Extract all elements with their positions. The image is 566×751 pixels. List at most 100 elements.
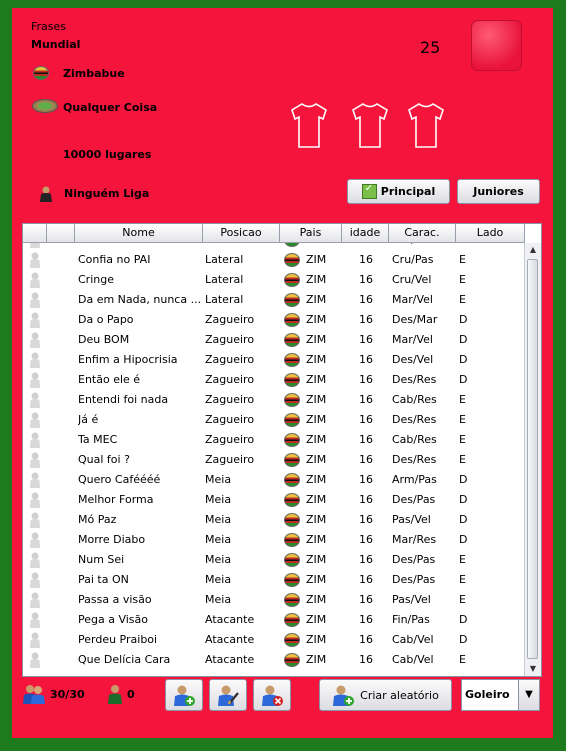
zimbabwe-flag-icon — [284, 243, 300, 247]
table-row[interactable]: Num Sei Meia ZIM 16 Des/Pas E — [23, 550, 525, 570]
juniores-button[interactable]: Juniores — [457, 179, 540, 204]
home-shirt-icon[interactable] — [290, 101, 328, 149]
position-select[interactable]: Goleiro ▼ — [461, 679, 540, 711]
table-row[interactable]: Que Delícia Cara Atacante ZIM 16 Cab/Vel E — [23, 650, 525, 670]
column-header[interactable]: Lado — [456, 224, 525, 242]
table-row[interactable]: Já é Zagueiro ZIM 16 Des/Res E — [23, 410, 525, 430]
cell-lado: D — [459, 333, 468, 346]
players-table: NomePosicaoPaisidadeCarac.Lado Chocada La… — [22, 223, 542, 677]
third-shirt-icon[interactable] — [407, 101, 445, 149]
table-row[interactable]: Enfim a Hipocrisia Zagueiro ZIM 16 Des/Vel D — [23, 350, 525, 370]
player-icon — [30, 243, 40, 248]
table-row[interactable]: Confia no PAI Lateral ZIM 16 Cru/Pas E — [23, 250, 525, 270]
table-row[interactable]: Pega a Visão Atacante ZIM 16 Fin/Pas D — [23, 610, 525, 630]
player-icon — [30, 592, 40, 608]
cell-nome: Confia no PAI — [78, 253, 151, 266]
zimbabwe-flag-icon — [284, 633, 300, 647]
cell-pais: ZIM — [306, 473, 327, 486]
cell-lado: E — [459, 273, 466, 286]
column-header[interactable]: Posicao — [203, 224, 280, 242]
manager-icon — [40, 186, 52, 202]
zimbabwe-flag-icon — [284, 373, 300, 387]
zimbabwe-flag-icon — [284, 653, 300, 667]
cell-carac: Mar/Vel — [392, 293, 433, 306]
table-row[interactable]: Mó Paz Meia ZIM 16 Pas/Vel D — [23, 510, 525, 530]
table-row[interactable]: Da em Nada, nunca ... Lateral ZIM 16 Mar/Vel… — [23, 290, 525, 310]
table-row[interactable]: Passa a visão Meia ZIM 16 Pas/Vel E — [23, 590, 525, 610]
table-row[interactable]: Qual foi ? Zagueiro ZIM 16 Des/Res E — [23, 450, 525, 470]
cell-pais: ZIM — [306, 243, 366, 250]
cell-pais: ZIM — [306, 553, 327, 566]
vertical-scrollbar[interactable]: ▲ ▼ — [524, 243, 541, 676]
add-player-button[interactable] — [165, 679, 203, 711]
cell-nome: Quero Caféééé — [78, 473, 161, 486]
table-row[interactable]: Pai ta ON Meia ZIM 16 Des/Pas E — [23, 570, 525, 590]
cell-carac: Des/Pas — [392, 493, 436, 506]
table-row[interactable]: Da o Papo Zagueiro ZIM 16 Des/Mar D — [23, 310, 525, 330]
color-swatch[interactable] — [471, 20, 522, 71]
cell-nome: Melhor Forma — [78, 493, 154, 506]
check-icon: ✓ — [361, 183, 377, 199]
cell-nome: Então ele é — [78, 373, 141, 386]
player-icon — [30, 652, 40, 668]
column-header[interactable]: Nome — [75, 224, 203, 242]
cell-posicao: Lateral — [205, 253, 244, 266]
scroll-thumb[interactable] — [527, 259, 538, 659]
add-user-icon — [174, 685, 195, 706]
cell-lado: D — [459, 633, 468, 646]
table-row[interactable]: Deu BOM Zagueiro ZIM 16 Mar/Vel D — [23, 330, 525, 350]
cell-nome: Que Delícia Cara — [78, 653, 171, 666]
cell-lado: D — [459, 533, 468, 546]
chevron-down-icon[interactable]: ▼ — [518, 680, 539, 710]
cell-posicao: Lateral — [205, 273, 244, 286]
column-header[interactable]: idade — [342, 224, 389, 242]
zimbabwe-flag-icon — [284, 253, 300, 267]
remove-player-button[interactable] — [253, 679, 291, 711]
scroll-down-icon[interactable]: ▼ — [525, 662, 541, 676]
table-row[interactable]: Entendi foi nada Zagueiro ZIM 16 Cab/Res E — [23, 390, 525, 410]
league-label: Ninguém Liga — [64, 187, 150, 200]
column-header[interactable] — [23, 224, 47, 242]
player-icon — [30, 512, 40, 528]
table-row[interactable]: Ta MEC Zagueiro ZIM 16 Cab/Res E — [23, 430, 525, 450]
cell-carac: Mar/Res — [392, 533, 437, 546]
table-row[interactable]: ChocadaLateralZIM16Cru/VelE — [23, 243, 525, 250]
cell-posicao: Zagueiro — [205, 373, 255, 386]
player-icon — [30, 452, 40, 468]
cell-lado: D — [459, 473, 468, 486]
cell-carac: Cab/Vel — [392, 633, 434, 646]
cell-pais: ZIM — [306, 313, 327, 326]
scroll-up-icon[interactable]: ▲ — [525, 243, 541, 257]
table-row[interactable]: Perdeu Praiboi Atacante ZIM 16 Cab/Vel D — [23, 630, 525, 650]
column-header[interactable] — [47, 224, 75, 242]
cell-lado: D — [459, 313, 468, 326]
cell-posicao: Zagueiro — [205, 333, 255, 346]
column-header[interactable]: Carac. — [389, 224, 456, 242]
table-row[interactable]: Então ele é Zagueiro ZIM 16 Des/Res D — [23, 370, 525, 390]
cell-carac: Cab/Res — [392, 433, 437, 446]
column-header[interactable]: Pais — [280, 224, 342, 242]
cell-carac: Arm/Pas — [392, 473, 437, 486]
stadium-icon — [32, 99, 58, 113]
remove-user-icon — [262, 685, 283, 706]
cell-nome: Qual foi ? — [78, 453, 130, 466]
cell-lado: D — [459, 613, 468, 626]
edit-player-button[interactable] — [209, 679, 247, 711]
cell-carac: Fin/Pas — [392, 613, 430, 626]
zimbabwe-flag-icon — [284, 493, 300, 507]
table-row[interactable]: Melhor Forma Meia ZIM 16 Des/Pas D — [23, 490, 525, 510]
table-row[interactable]: Cringe Lateral ZIM 16 Cru/Vel E — [23, 270, 525, 290]
table-row[interactable]: Quero Caféééé Meia ZIM 16 Arm/Pas D — [23, 470, 525, 490]
cell-carac: Des/Mar — [392, 313, 438, 326]
table-row[interactable]: Morre Diabo Meia ZIM 16 Mar/Res D — [23, 530, 525, 550]
principal-button[interactable]: ✓ Principal — [347, 179, 450, 204]
zimbabwe-flag-icon — [284, 553, 300, 567]
position-select-value: Goleiro — [465, 688, 510, 701]
zimbabwe-flag-icon — [284, 313, 300, 327]
player-icon — [30, 292, 40, 308]
cell-carac: Mar/Vel — [392, 333, 433, 346]
away-shirt-icon[interactable] — [351, 101, 389, 149]
cell-carac: Des/Res — [392, 373, 437, 386]
random-create-button[interactable]: Criar aleatório — [319, 679, 452, 711]
cell-lado: E — [459, 573, 466, 586]
